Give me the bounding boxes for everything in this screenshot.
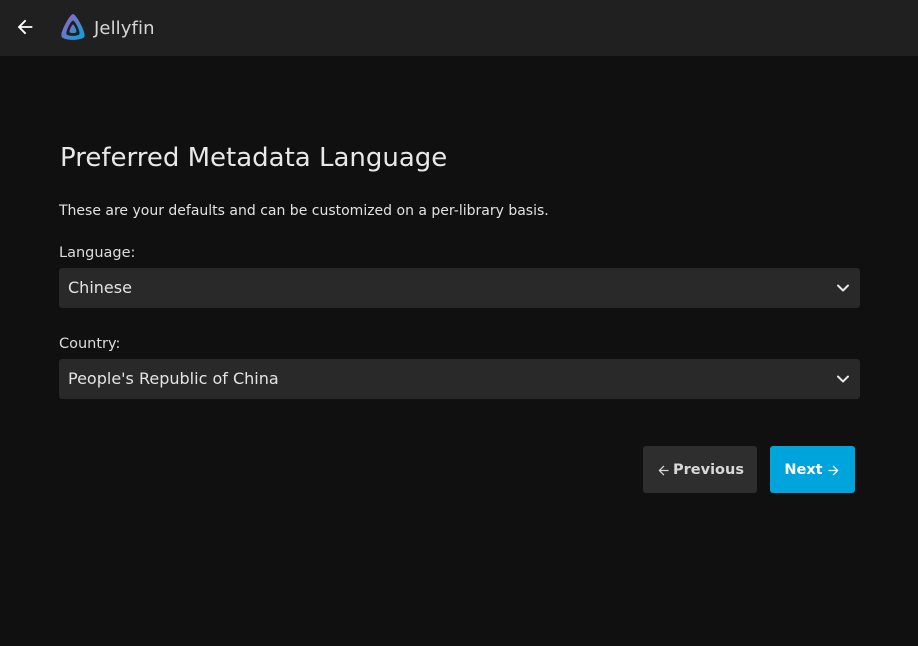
chevron-down-icon xyxy=(837,284,849,292)
app-header: Jellyfin xyxy=(0,0,918,56)
country-select[interactable]: People's Republic of China xyxy=(59,359,860,399)
page-description: These are your defaults and can be custo… xyxy=(59,203,549,219)
previous-button[interactable]: Previous xyxy=(643,446,757,493)
language-select-value: Chinese xyxy=(68,278,132,297)
back-button[interactable] xyxy=(10,12,40,42)
language-label: Language: xyxy=(59,245,136,261)
arrow-left-icon xyxy=(17,19,33,35)
country-label: Country: xyxy=(59,336,121,352)
next-button-label: Next xyxy=(784,461,823,478)
country-select-value: People's Republic of China xyxy=(68,369,279,388)
next-button[interactable]: Next xyxy=(770,446,855,493)
page-title: Preferred Metadata Language xyxy=(60,143,448,173)
chevron-down-icon xyxy=(837,375,849,383)
previous-button-label: Previous xyxy=(673,461,744,478)
app-name: Jellyfin xyxy=(94,17,155,39)
arrow-right-icon xyxy=(828,465,839,476)
language-select[interactable]: Chinese xyxy=(59,268,860,308)
jellyfin-logo-icon xyxy=(61,14,85,40)
arrow-left-icon xyxy=(658,465,669,476)
app-logo[interactable]: Jellyfin xyxy=(56,11,155,45)
